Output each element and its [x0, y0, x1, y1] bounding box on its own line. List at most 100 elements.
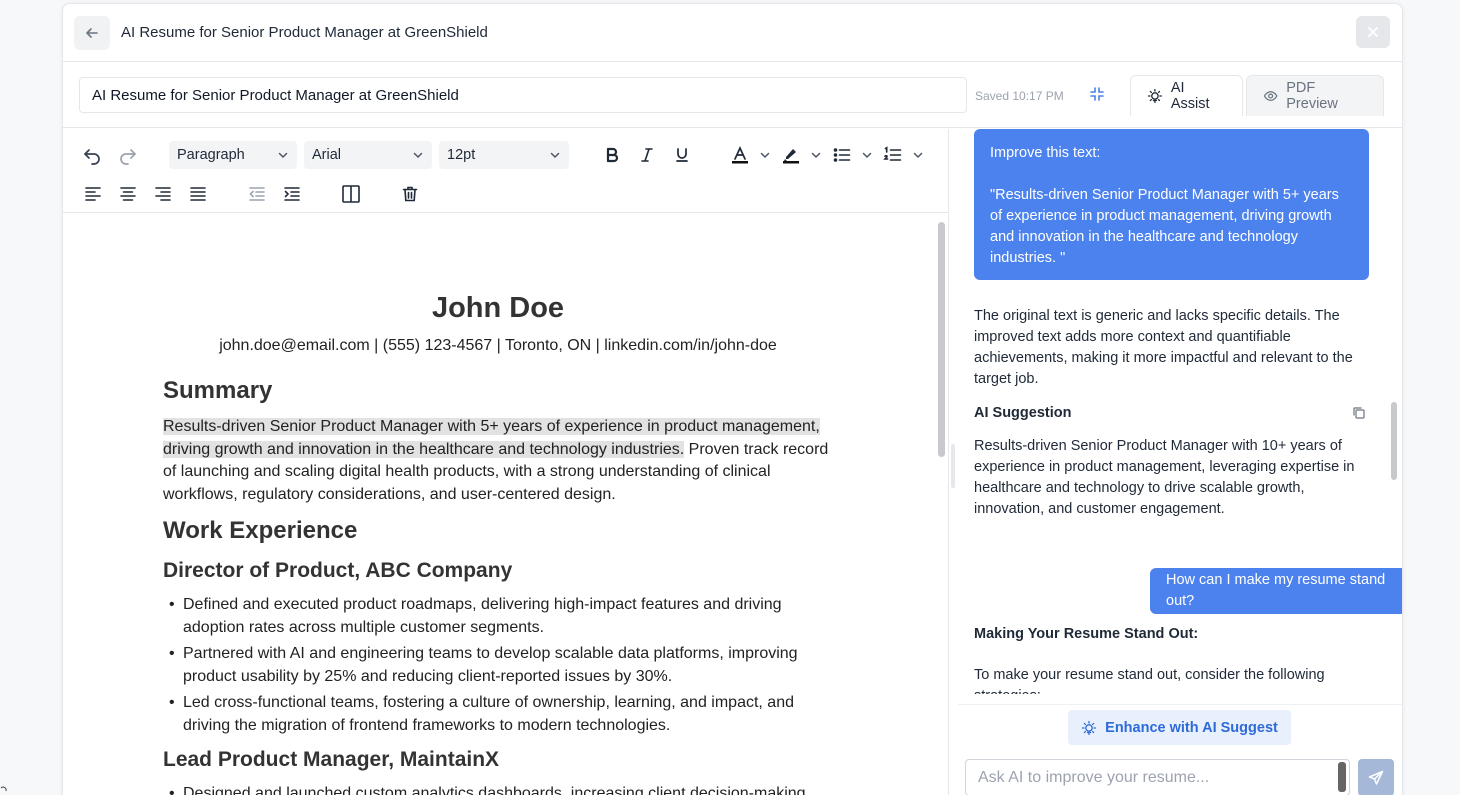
align-center-button[interactable]: [116, 182, 140, 206]
editor-scrollbar[interactable]: [938, 222, 945, 457]
chevron-down-icon: [862, 152, 872, 159]
indent-button[interactable]: [280, 182, 304, 206]
text-color-icon: [732, 145, 748, 164]
message-text: "Results-driven Senior Product Manager w…: [990, 187, 1339, 266]
chevron-down-icon: [760, 152, 770, 159]
delete-button[interactable]: [398, 182, 422, 206]
close-button[interactable]: [1356, 16, 1390, 48]
align-center-icon: [120, 187, 136, 201]
ai-response: The original text is generic and lacks s…: [974, 308, 1353, 387]
modal-title: AI Resume for Senior Product Manager at …: [121, 24, 488, 41]
tab-ai-assist[interactable]: AI Assist: [1130, 75, 1243, 116]
undo-button[interactable]: [80, 144, 104, 168]
redo-icon: [120, 149, 136, 165]
highlighter-icon: [783, 149, 799, 164]
collapse-button[interactable]: [1087, 84, 1107, 104]
font-family-value: Arial: [312, 147, 342, 163]
resume-title-input[interactable]: [79, 77, 967, 113]
numbered-list-button[interactable]: [881, 143, 905, 167]
message-text: Improve this text:: [990, 145, 1101, 161]
numbered-list-dropdown[interactable]: [911, 148, 925, 162]
send-button[interactable]: [1358, 759, 1394, 795]
align-justify-icon: [190, 187, 206, 201]
tab-label: AI Assist: [1170, 80, 1210, 112]
indent-icon: [284, 187, 300, 201]
align-justify-button[interactable]: [186, 182, 210, 206]
arrow-left-icon: [86, 28, 98, 38]
font-size-select[interactable]: 12pt: [439, 141, 569, 169]
highlighted-text: driving growth and innovation in the hea…: [163, 440, 685, 458]
title-bar: Saved 10:17 PM AI Assist PDF Preview: [63, 63, 1402, 128]
ai-panel-scrollbar[interactable]: [1391, 402, 1397, 480]
tab-label: PDF Preview: [1286, 80, 1338, 112]
panel-resize-handle[interactable]: [951, 444, 955, 488]
work-experience-heading: Work Experience: [163, 517, 358, 544]
align-right-button[interactable]: [151, 182, 175, 206]
list-item: Defined and executed product roadmaps, d…: [169, 594, 813, 639]
highlight-color-dropdown[interactable]: [809, 148, 823, 162]
enhance-with-ai-button[interactable]: Enhance with AI Suggest: [1068, 710, 1291, 745]
font-family-select[interactable]: Arial: [304, 141, 432, 169]
undo-icon: [84, 149, 100, 165]
bullet-list-button[interactable]: [830, 143, 854, 167]
modal-header: AI Resume for Senior Product Manager at …: [63, 4, 1402, 62]
chevron-down-icon: [550, 152, 560, 159]
arc-icon: [0, 786, 7, 792]
saved-status: Saved 10:17 PM: [975, 89, 1064, 103]
editor-toolbar: Paragraph Arial 12pt: [63, 129, 949, 213]
bold-button[interactable]: [600, 143, 624, 167]
send-icon: [1368, 770, 1384, 785]
bullet-list-icon: [833, 148, 851, 162]
copy-button[interactable]: [1351, 405, 1367, 421]
copy-icon: [1353, 407, 1365, 419]
italic-icon: [641, 148, 653, 162]
back-button[interactable]: [74, 16, 110, 50]
text-color-dropdown[interactable]: [758, 148, 772, 162]
chevron-down-icon: [278, 152, 288, 159]
ai-response-heading: Making Your Resume Stand Out:: [974, 626, 1199, 642]
ai-assist-panel: Improve this text: "Results-driven Senio…: [958, 129, 1402, 694]
columns-button[interactable]: [339, 182, 363, 206]
ai-suggestion-label: AI Suggestion: [974, 405, 1072, 421]
redo-button[interactable]: [116, 144, 140, 168]
job-bullets: Defined and executed product roadmaps, d…: [169, 594, 813, 741]
job-bullets: Designed and launched custom analytics d…: [169, 783, 813, 795]
list-item: Partnered with AI and engineering teams …: [169, 643, 813, 688]
align-left-button[interactable]: [81, 182, 105, 206]
numbered-list-icon: [883, 146, 902, 161]
job-title: Lead Product Manager, MaintainX: [163, 748, 500, 771]
job-title: Director of Product, ABC Company: [163, 559, 513, 582]
italic-button[interactable]: [635, 143, 659, 167]
tab-pdf-preview[interactable]: PDF Preview: [1246, 75, 1384, 116]
contact-line: john.doe@email.com | (555) 123-4567 | To…: [219, 337, 777, 354]
block-style-select[interactable]: Paragraph: [169, 141, 297, 169]
align-left-icon: [85, 187, 101, 201]
summary-paragraph: Results-driven Senior Product Manager wi…: [163, 416, 833, 506]
eye-icon: [1263, 91, 1278, 101]
bullet-list-dropdown[interactable]: [860, 148, 874, 162]
summary-text: of launching and scaling digital health …: [163, 463, 771, 480]
chat-input-scrollbar[interactable]: [1338, 762, 1346, 792]
block-style-value: Paragraph: [177, 147, 245, 163]
message-text: How can I make my resume stand out?: [1166, 572, 1386, 609]
resume-editor-modal: AI Resume for Senior Product Manager at …: [62, 3, 1403, 795]
bulb-icon: [1082, 720, 1097, 735]
outdent-button[interactable]: [245, 182, 269, 206]
bold-icon: [606, 147, 619, 163]
summary-text: Proven track record: [684, 440, 829, 458]
columns-icon: [342, 185, 360, 203]
summary-heading: Summary: [163, 377, 273, 404]
document-editor[interactable]: John Doe john.doe@email.com | (555) 123-…: [63, 214, 949, 795]
ai-response: To make your resume stand out, consider …: [974, 667, 1325, 694]
text-color-button[interactable]: [728, 143, 752, 167]
underline-icon: [676, 148, 688, 162]
user-message: Improve this text: "Results-driven Senio…: [974, 129, 1369, 280]
chevron-down-icon: [413, 152, 423, 159]
underline-button[interactable]: [670, 143, 694, 167]
chevron-down-icon: [913, 152, 923, 159]
candidate-name: John Doe: [431, 292, 565, 324]
font-size-value: 12pt: [447, 147, 476, 163]
ai-chat-input[interactable]: [965, 759, 1350, 795]
close-icon: [1368, 27, 1378, 37]
highlight-color-button[interactable]: [779, 143, 803, 167]
